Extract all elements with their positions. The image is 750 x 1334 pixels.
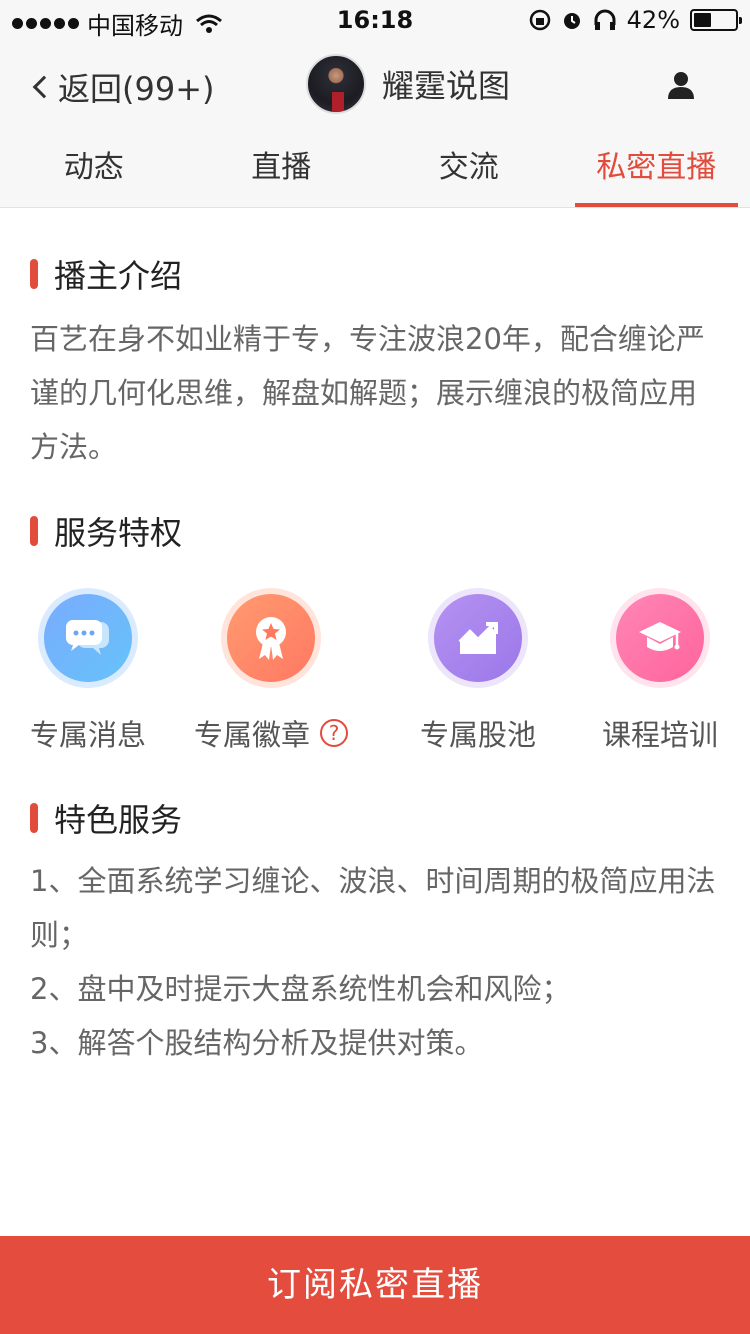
tab-dynamics[interactable]: 动态 [0, 132, 188, 207]
tab-live[interactable]: 直播 [188, 132, 376, 207]
tab-bar: 动态 直播 交流 私密直播 [0, 132, 750, 208]
section-marker [30, 803, 38, 833]
privileges-heading: 服务特权 [30, 508, 182, 554]
headphones-icon [594, 9, 616, 30]
chat-bubbles-icon [38, 588, 138, 688]
privilege-label: 专属消息 [3, 712, 173, 754]
list-item: 2、盘中及时提示大盘系统性机会和风险； [30, 972, 571, 1006]
chevron-left-icon [32, 75, 56, 99]
help-icon[interactable]: ? [320, 719, 348, 747]
special-title: 特色服务 [54, 801, 183, 839]
privilege-course-label: 课程培训 [601, 718, 718, 752]
privilege-message[interactable]: 专属消息 [3, 588, 173, 754]
battery-percent: 42% [626, 6, 680, 34]
special-heading: 特色服务 [30, 795, 182, 841]
person-icon[interactable] [666, 70, 696, 100]
privilege-stock-pool[interactable]: 专属股池 [393, 588, 563, 754]
battery-icon [690, 9, 742, 31]
special-list: 1、全面系统学习缠论、波浪、时间周期的极简应用法则； 2、盘中及时提示大盘系统性… [30, 854, 720, 1070]
intro-heading: 播主介绍 [30, 251, 182, 297]
avatar[interactable] [306, 54, 366, 114]
list-item: 3、解答个股结构分析及提供对策。 [30, 1026, 484, 1060]
privilege-stock-pool-label: 专属股池 [419, 718, 536, 752]
list-item: 1、全面系统学习缠论、波浪、时间周期的极简应用法则； [30, 864, 716, 952]
stock-chart-icon [428, 588, 528, 688]
section-marker [30, 516, 38, 546]
privilege-label: 专属股池 [393, 712, 563, 754]
graduation-cap-icon [610, 588, 710, 688]
nav-bar: 返回(99+) 耀霆说图 [0, 40, 750, 132]
status-right: 42% [529, 6, 742, 34]
section-marker [30, 259, 38, 289]
intro-title: 播主介绍 [54, 257, 183, 295]
nav-title-group: 耀霆说图 [306, 54, 510, 114]
badge-medal-icon [221, 588, 321, 688]
privileges-title: 服务特权 [54, 514, 183, 552]
privilege-label: 专属徽章 ? [186, 712, 356, 754]
privilege-badge[interactable]: 专属徽章 ? [186, 588, 356, 754]
alarm-icon [563, 13, 580, 29]
privilege-message-label: 专属消息 [29, 718, 146, 752]
subscribe-button[interactable]: 订阅私密直播 [0, 1236, 750, 1334]
privileges-grid: 专属消息 专属徽章 ? 专属股池 课程培训 [0, 588, 750, 758]
tab-chat[interactable]: 交流 [375, 132, 563, 207]
tab-private-live[interactable]: 私密直播 [563, 132, 750, 207]
privilege-course[interactable]: 课程培训 [575, 588, 745, 754]
page-title: 耀霆说图 [382, 67, 511, 105]
back-button[interactable]: 返回(99+) [30, 64, 215, 110]
intro-text: 百艺在身不如业精于专，专注波浪20年，配合缠论严谨的几何化思维，解盘如解题；展示… [30, 322, 705, 464]
battery-fill [694, 13, 711, 27]
back-label: 返回(99+) [58, 70, 215, 108]
status-bar: 中国移动 16:18 42% [0, 0, 750, 40]
privilege-label: 课程培训 [575, 712, 745, 754]
rotation-lock-icon [529, 9, 550, 31]
privilege-badge-label: 专属徽章 [193, 718, 310, 752]
